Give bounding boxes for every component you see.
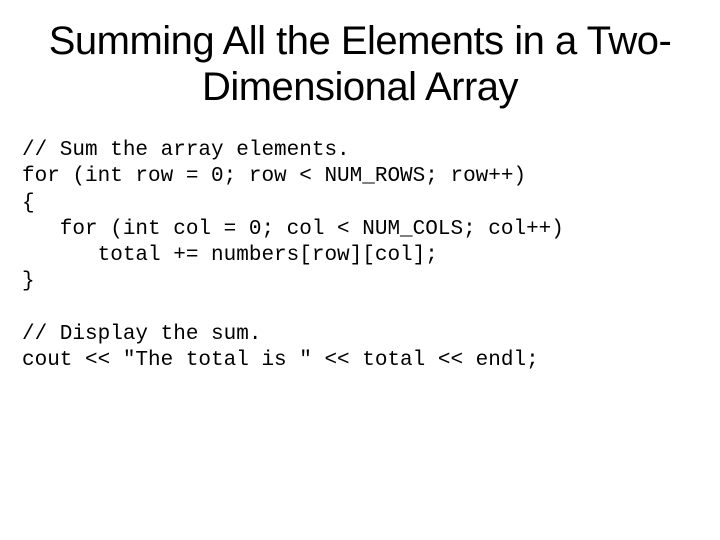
code-display-sum: // Display the sum. cout << "The total i… <box>22 322 698 375</box>
code-sum-loop: // Sum the array elements. for (int row … <box>22 138 698 296</box>
slide-container: Summing All the Elements in a Two-Dimens… <box>0 0 720 540</box>
slide-title: Summing All the Elements in a Two-Dimens… <box>22 18 698 110</box>
